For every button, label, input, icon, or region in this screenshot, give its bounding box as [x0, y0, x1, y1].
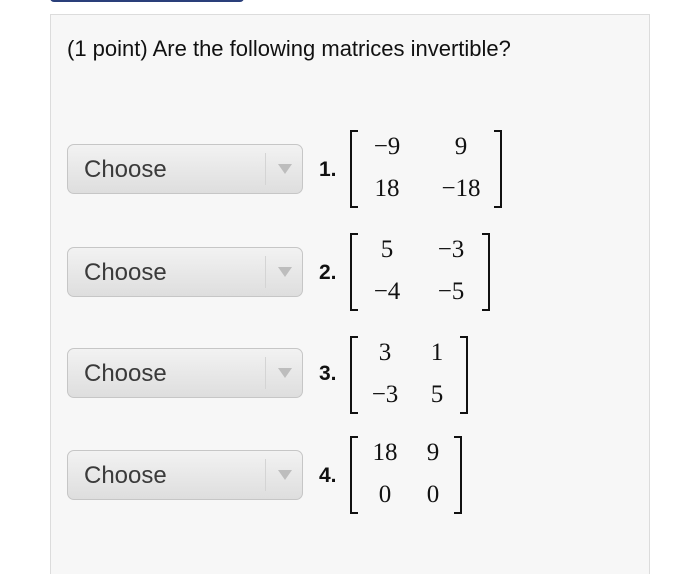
matrix-item-4: Choose 4. 18 9 0 0 — [0, 436, 700, 526]
matrix-cell: 5 — [430, 381, 444, 408]
select-divider — [265, 153, 266, 185]
matrix-cell: 18 — [372, 439, 398, 466]
select-divider — [265, 459, 266, 491]
matrix-cell: −3 — [371, 381, 399, 408]
chevron-down-icon — [278, 267, 292, 277]
chevron-down-icon — [278, 164, 292, 174]
answer-select-3[interactable]: Choose — [67, 348, 303, 398]
header-tab — [50, 0, 244, 2]
select-label: Choose — [84, 259, 167, 286]
matrix-cell: −3 — [437, 236, 465, 263]
left-bracket — [350, 130, 358, 208]
select-divider — [265, 256, 266, 288]
matrix-cell: 5 — [380, 236, 394, 263]
right-bracket — [482, 233, 490, 311]
right-bracket — [454, 436, 462, 514]
matrix-4: 18 9 0 0 — [350, 436, 462, 516]
matrix-cell: 9 — [454, 133, 468, 160]
chevron-down-icon — [278, 368, 292, 378]
question-text: (1 point) Are the following matrices inv… — [67, 36, 511, 61]
right-bracket — [494, 130, 502, 208]
matrix-cell: −18 — [441, 175, 481, 202]
matrix-3: 3 1 −3 5 — [350, 336, 468, 416]
answer-select-2[interactable]: Choose — [67, 247, 303, 297]
matrix-item-3: Choose 3. 3 1 −3 5 — [0, 336, 700, 426]
matrix-item-2: Choose 2. 5 −3 −4 −5 — [0, 233, 700, 323]
item-number: 3. — [319, 362, 337, 385]
matrix-1: −9 9 18 −18 — [350, 130, 502, 210]
select-label: Choose — [84, 156, 167, 183]
matrix-cell: 0 — [426, 481, 440, 508]
matrix-cell: 0 — [378, 481, 392, 508]
answer-select-1[interactable]: Choose — [67, 144, 303, 194]
left-bracket — [350, 336, 358, 414]
matrix-cell: 18 — [374, 175, 400, 202]
item-number: 2. — [319, 261, 337, 284]
matrix-cell: 1 — [430, 339, 444, 366]
item-number: 1. — [319, 158, 337, 181]
matrix-item-1: Choose 1. −9 9 18 −18 — [0, 130, 700, 220]
matrix-cell: −5 — [437, 278, 465, 305]
left-bracket — [350, 233, 358, 311]
matrix-cell: 3 — [378, 339, 392, 366]
matrix-cell: −9 — [373, 133, 401, 160]
item-number: 4. — [319, 464, 337, 487]
select-label: Choose — [84, 360, 167, 387]
chevron-down-icon — [278, 470, 292, 480]
right-bracket — [460, 336, 468, 414]
matrix-cell: 9 — [426, 439, 440, 466]
matrix-2: 5 −3 −4 −5 — [350, 233, 490, 313]
matrix-cell: −4 — [373, 278, 401, 305]
answer-select-4[interactable]: Choose — [67, 450, 303, 500]
left-bracket — [350, 436, 358, 514]
select-label: Choose — [84, 462, 167, 489]
select-divider — [265, 357, 266, 389]
